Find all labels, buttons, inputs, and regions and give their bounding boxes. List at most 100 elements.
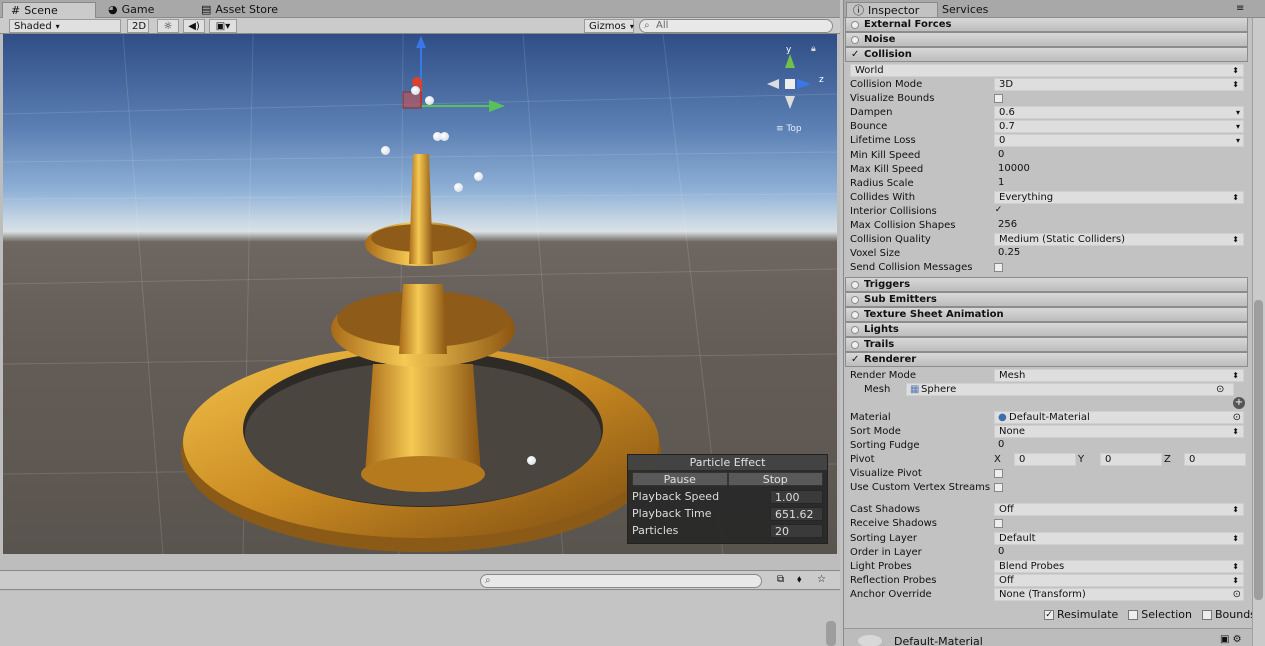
curve-mode-icon[interactable]: ▾ bbox=[1236, 106, 1240, 120]
effects-dropdown-icon[interactable]: ▣▾ bbox=[209, 19, 237, 33]
cast-shadows-row: Cast Shadows Off bbox=[850, 503, 1250, 517]
scene-tabbar: # Scene ◕ Game ▤ Asset Store bbox=[0, 0, 840, 18]
tab-asset-store[interactable]: ▤ Asset Store bbox=[193, 2, 286, 18]
collision-prop-row: Min Kill Speed 0 bbox=[850, 149, 1250, 163]
tab-inspector[interactable]: ⓘ Inspector bbox=[846, 2, 938, 18]
receive-shadows-row: Receive Shadows bbox=[850, 517, 1250, 531]
shading-mode-dropdown[interactable]: Shaded bbox=[9, 19, 121, 33]
playback-speed-field[interactable]: 1.00 bbox=[770, 490, 823, 504]
mesh-field[interactable]: ▦ Sphere bbox=[906, 383, 1234, 396]
collision-type-dropdown[interactable]: World bbox=[850, 64, 1250, 78]
collision-prop-checkbox[interactable] bbox=[994, 94, 1003, 104]
selection-toggle[interactable]: Selection bbox=[1128, 608, 1192, 621]
collision-prop-row: Bounce 0.7 ▾ bbox=[850, 120, 1250, 134]
sorting-layer-row: Sorting Layer Default bbox=[850, 532, 1250, 546]
render-mode-dropdown[interactable]: Mesh bbox=[994, 369, 1244, 382]
anchor-override-field[interactable]: None (Transform) ⊙ bbox=[994, 588, 1244, 601]
collision-prop-checkbox[interactable]: ✓ bbox=[994, 205, 1003, 216]
tab-services[interactable]: Services bbox=[936, 2, 994, 18]
particle bbox=[425, 96, 434, 105]
search-icon: ⌕ bbox=[485, 575, 491, 586]
module-header-lights[interactable]: Lights bbox=[845, 322, 1248, 337]
module-header-external-forces[interactable]: External Forces bbox=[845, 17, 1248, 32]
playback-time-field[interactable]: 651.62 bbox=[770, 507, 823, 521]
light-probes-dropdown[interactable]: Blend Probes bbox=[994, 560, 1244, 573]
module-header-collision[interactable]: ✓ Collision bbox=[845, 47, 1248, 62]
object-picker-icon[interactable]: ⊙ bbox=[1233, 412, 1241, 424]
lighting-toggle-icon[interactable]: ☼ bbox=[157, 19, 179, 33]
material-field[interactable]: ● Default-Material ⊙ bbox=[994, 411, 1244, 424]
filter-type-icon[interactable]: ⧉ bbox=[777, 574, 784, 585]
collision-prop-row: Send Collision Messages bbox=[850, 261, 1250, 275]
gizmos-dropdown[interactable]: Gizmos bbox=[584, 19, 634, 33]
curve-mode-icon[interactable]: ▾ bbox=[1236, 134, 1240, 148]
sorting-layer-dropdown[interactable]: Default bbox=[994, 532, 1244, 545]
collision-prop-field[interactable]: 10000 bbox=[994, 163, 1244, 176]
module-toggle-icon[interactable] bbox=[851, 296, 859, 304]
collision-prop-field[interactable]: 0.25 bbox=[994, 247, 1244, 260]
module-header-renderer[interactable]: ✓ Renderer bbox=[845, 352, 1248, 367]
module-toggle-icon[interactable] bbox=[851, 21, 859, 29]
cast-shadows-dropdown[interactable]: Off bbox=[994, 503, 1244, 516]
project-scrollbar[interactable] bbox=[826, 621, 836, 646]
material-preview-header[interactable]: Default-Material ▣ ⚙ bbox=[844, 628, 1252, 646]
sorting-fudge-field[interactable]: 0 bbox=[994, 439, 1244, 452]
collision-prop-field[interactable]: 0 bbox=[994, 149, 1244, 162]
module-toggle-icon[interactable] bbox=[851, 36, 859, 44]
scene-panel: #Scene ◕Game ▤Asset Store Shaded 2D ☼ ◀)… bbox=[0, 0, 840, 646]
lock-icon[interactable]: 🔒︎ bbox=[811, 44, 816, 54]
module-toggle-icon[interactable] bbox=[851, 311, 859, 319]
object-picker-icon[interactable]: ⊙ bbox=[1233, 589, 1241, 601]
menu-icon[interactable]: ≡ bbox=[1236, 3, 1244, 14]
object-picker-icon[interactable]: ⊙ bbox=[1216, 383, 1224, 397]
tag-icon[interactable]: ⬧ bbox=[797, 574, 802, 585]
stop-button[interactable]: Stop bbox=[727, 472, 823, 486]
scene-search-input[interactable]: ⌕ All bbox=[639, 19, 833, 33]
scene-toolbar: Shaded 2D ☼ ◀) ▣▾ Gizmos ⌕All bbox=[0, 18, 840, 34]
collision-prop-checkbox[interactable] bbox=[994, 263, 1003, 273]
visualize-pivot-checkbox[interactable] bbox=[994, 469, 1003, 478]
particle bbox=[440, 132, 449, 141]
collision-prop-field[interactable]: 0.7 bbox=[994, 120, 1244, 134]
tab-game[interactable]: ◕ Game bbox=[100, 2, 162, 18]
light-probes-row: Light Probes Blend Probes bbox=[850, 560, 1250, 574]
receive-shadows-checkbox[interactable] bbox=[994, 519, 1003, 528]
module-toggle-icon[interactable] bbox=[851, 326, 859, 334]
sort-mode-dropdown[interactable]: None bbox=[994, 425, 1244, 438]
project-search-input[interactable]: ⌕ bbox=[480, 574, 762, 588]
inspector-scrollbar-thumb[interactable] bbox=[1254, 300, 1263, 600]
collision-prop-field[interactable]: 256 bbox=[994, 219, 1244, 232]
curve-mode-icon[interactable]: ▾ bbox=[1236, 120, 1240, 134]
2d-toggle-button[interactable]: 2D bbox=[127, 19, 149, 33]
tab-scene[interactable]: # Scene bbox=[2, 2, 96, 18]
collision-prop-dropdown[interactable]: Everything bbox=[994, 190, 1244, 204]
module-header-triggers[interactable]: Triggers bbox=[845, 277, 1248, 292]
resimulate-toggle[interactable]: ✓ Resimulate bbox=[1044, 608, 1118, 621]
collision-prop-dropdown[interactable]: Medium (Static Colliders) bbox=[994, 233, 1244, 247]
module-header-texture-sheet-animation[interactable]: Texture Sheet Animation bbox=[845, 307, 1248, 322]
checkmark-icon[interactable]: ✓ bbox=[851, 48, 859, 61]
checkmark-icon[interactable]: ✓ bbox=[851, 353, 859, 366]
pause-button[interactable]: Pause bbox=[632, 472, 728, 486]
pivot-z-field[interactable]: 0 bbox=[1184, 453, 1246, 466]
collision-prop-field[interactable]: 0.6 bbox=[994, 106, 1244, 120]
bounds-toggle[interactable]: Bounds bbox=[1201, 608, 1256, 621]
module-toggle-icon[interactable] bbox=[851, 341, 859, 349]
pivot-y-field[interactable]: 0 bbox=[1100, 453, 1162, 466]
add-mesh-icon[interactable]: + bbox=[1233, 397, 1245, 409]
star-icon[interactable]: ☆ bbox=[817, 574, 826, 585]
reflection-probes-dropdown[interactable]: Off bbox=[994, 574, 1244, 587]
module-header-sub-emitters[interactable]: Sub Emitters bbox=[845, 292, 1248, 307]
audio-toggle-icon[interactable]: ◀) bbox=[183, 19, 205, 33]
orientation-gizmo[interactable] bbox=[767, 54, 811, 109]
pivot-x-field[interactable]: 0 bbox=[1014, 453, 1076, 466]
module-header-noise[interactable]: Noise bbox=[845, 32, 1248, 47]
collision-prop-field[interactable]: 1 bbox=[994, 177, 1244, 190]
module-header-trails[interactable]: Trails bbox=[845, 337, 1248, 352]
collision-prop-dropdown[interactable]: 3D bbox=[994, 78, 1244, 91]
custom-vertex-streams-checkbox[interactable] bbox=[994, 483, 1003, 492]
material-options-icon[interactable]: ▣ ⚙ bbox=[1220, 634, 1242, 645]
order-in-layer-field[interactable]: 0 bbox=[994, 546, 1244, 559]
collision-prop-field[interactable]: 0 bbox=[994, 134, 1244, 148]
module-toggle-icon[interactable] bbox=[851, 281, 859, 289]
